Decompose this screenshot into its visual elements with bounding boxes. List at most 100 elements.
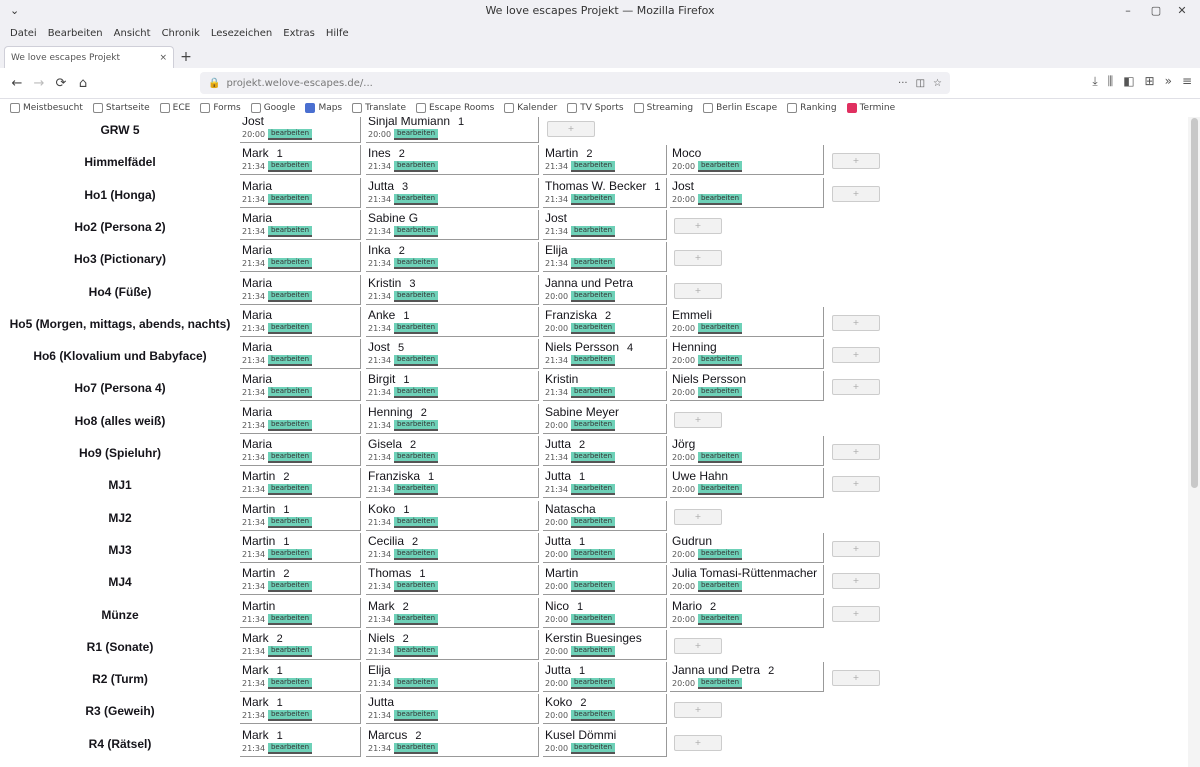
maximize-icon[interactable]: ▢ bbox=[1146, 0, 1166, 22]
edit-button[interactable]: bearbeiten bbox=[268, 387, 312, 399]
bookmark-item[interactable]: Termine bbox=[846, 103, 895, 113]
edit-button[interactable]: bearbeiten bbox=[394, 193, 438, 205]
edit-button[interactable]: bearbeiten bbox=[394, 225, 438, 237]
edit-button[interactable]: bearbeiten bbox=[268, 742, 312, 754]
add-booking-button[interactable]: + bbox=[674, 702, 722, 719]
edit-button[interactable]: bearbeiten bbox=[394, 258, 438, 270]
edit-button[interactable]: bearbeiten bbox=[571, 484, 615, 496]
add-booking-button[interactable]: + bbox=[674, 508, 722, 525]
addon-icon[interactable]: ⊞ bbox=[1145, 74, 1155, 89]
edit-button[interactable]: bearbeiten bbox=[268, 258, 312, 270]
edit-button[interactable]: bearbeiten bbox=[698, 387, 742, 399]
scrollbar-thumb[interactable] bbox=[1191, 118, 1198, 488]
edit-button[interactable]: bearbeiten bbox=[394, 742, 438, 754]
add-booking-button[interactable]: + bbox=[674, 250, 722, 267]
edit-button[interactable]: bearbeiten bbox=[571, 548, 615, 560]
menu-item-2[interactable]: Ansicht bbox=[114, 28, 151, 39]
reload-icon[interactable]: ⟳ bbox=[50, 76, 72, 91]
edit-button[interactable]: bearbeiten bbox=[268, 645, 312, 657]
edit-button[interactable]: bearbeiten bbox=[571, 387, 615, 399]
edit-button[interactable]: bearbeiten bbox=[394, 678, 438, 690]
edit-button[interactable]: bearbeiten bbox=[571, 742, 615, 754]
add-booking-button[interactable]: + bbox=[832, 153, 880, 170]
library-icon[interactable]: ⫼ bbox=[1108, 74, 1114, 89]
edit-button[interactable]: bearbeiten bbox=[268, 161, 312, 173]
edit-button[interactable]: bearbeiten bbox=[571, 645, 615, 657]
add-booking-button[interactable]: + bbox=[832, 540, 880, 557]
add-booking-button[interactable]: + bbox=[674, 282, 722, 299]
bookmark-item[interactable]: ECE bbox=[159, 103, 190, 113]
edit-button[interactable]: bearbeiten bbox=[571, 355, 615, 367]
bookmark-item[interactable]: Kalender bbox=[504, 103, 557, 113]
edit-button[interactable]: bearbeiten bbox=[394, 419, 438, 431]
add-booking-button[interactable]: + bbox=[832, 605, 880, 622]
add-booking-button[interactable]: + bbox=[832, 314, 880, 331]
bookmark-item[interactable]: Berlin Escape bbox=[703, 103, 777, 113]
add-booking-button[interactable]: + bbox=[832, 476, 880, 493]
bookmark-item[interactable]: Ranking bbox=[787, 103, 837, 113]
edit-button[interactable]: bearbeiten bbox=[698, 581, 742, 593]
overflow-icon[interactable]: » bbox=[1165, 74, 1172, 89]
add-booking-button[interactable]: + bbox=[832, 573, 880, 590]
add-booking-button[interactable]: + bbox=[832, 347, 880, 364]
address-bar[interactable]: 🔒 projekt.welove-escapes.de/... ··· ◫ ☆ bbox=[200, 72, 950, 94]
edit-button[interactable]: bearbeiten bbox=[268, 193, 312, 205]
edit-button[interactable]: bearbeiten bbox=[571, 161, 615, 173]
edit-button[interactable]: bearbeiten bbox=[394, 129, 438, 140]
add-booking-button[interactable]: + bbox=[674, 411, 722, 428]
menu-item-1[interactable]: Bearbeiten bbox=[48, 28, 103, 39]
add-booking-button[interactable]: + bbox=[832, 379, 880, 396]
home-icon[interactable]: ⌂ bbox=[72, 76, 94, 91]
window-menu-icon[interactable]: ⌄ bbox=[10, 0, 19, 22]
edit-button[interactable]: bearbeiten bbox=[268, 419, 312, 431]
edit-button[interactable]: bearbeiten bbox=[571, 581, 615, 593]
edit-button[interactable]: bearbeiten bbox=[698, 678, 742, 690]
edit-button[interactable]: bearbeiten bbox=[571, 258, 615, 270]
edit-button[interactable]: bearbeiten bbox=[571, 193, 615, 205]
edit-button[interactable]: bearbeiten bbox=[268, 710, 312, 722]
bookmark-star-icon[interactable]: ☆ bbox=[933, 78, 942, 89]
edit-button[interactable]: bearbeiten bbox=[268, 452, 312, 463]
add-booking-button[interactable]: + bbox=[674, 637, 722, 654]
bookmark-item[interactable]: Maps bbox=[305, 103, 342, 113]
edit-button[interactable]: bearbeiten bbox=[394, 484, 438, 496]
edit-button[interactable]: bearbeiten bbox=[698, 548, 742, 560]
bookmark-item[interactable]: TV Sports bbox=[567, 103, 624, 113]
edit-button[interactable]: bearbeiten bbox=[571, 322, 615, 334]
bookmark-item[interactable]: Meistbesucht bbox=[10, 103, 83, 113]
edit-button[interactable]: bearbeiten bbox=[571, 419, 615, 431]
edit-button[interactable]: bearbeiten bbox=[394, 355, 438, 367]
edit-button[interactable]: bearbeiten bbox=[698, 193, 742, 205]
edit-button[interactable]: bearbeiten bbox=[268, 613, 312, 625]
edit-button[interactable]: bearbeiten bbox=[571, 452, 615, 463]
edit-button[interactable]: bearbeiten bbox=[571, 516, 615, 528]
bookmark-item[interactable]: Streaming bbox=[633, 103, 693, 113]
menu-item-3[interactable]: Chronik bbox=[162, 28, 200, 39]
add-booking-button[interactable]: + bbox=[832, 444, 880, 460]
edit-button[interactable]: bearbeiten bbox=[268, 225, 312, 237]
new-tab-button[interactable]: + bbox=[174, 46, 198, 68]
edit-button[interactable]: bearbeiten bbox=[698, 484, 742, 496]
add-booking-button[interactable]: + bbox=[832, 670, 880, 687]
edit-button[interactable]: bearbeiten bbox=[698, 322, 742, 334]
add-booking-button[interactable]: + bbox=[547, 121, 595, 137]
edit-button[interactable]: bearbeiten bbox=[394, 581, 438, 593]
edit-button[interactable]: bearbeiten bbox=[571, 678, 615, 690]
sidebar-icon[interactable]: ◧ bbox=[1123, 74, 1134, 89]
tab-active[interactable]: We love escapes Projekt × bbox=[4, 46, 174, 68]
hamburger-menu-icon[interactable]: ≡ bbox=[1182, 74, 1192, 89]
add-booking-button[interactable]: + bbox=[674, 734, 722, 751]
edit-button[interactable]: bearbeiten bbox=[394, 290, 438, 302]
bookmark-item[interactable]: Translate bbox=[352, 103, 406, 113]
back-arrow-icon[interactable]: ← bbox=[6, 76, 28, 91]
bookmark-item[interactable]: Google bbox=[250, 103, 295, 113]
minimize-icon[interactable]: – bbox=[1118, 0, 1138, 22]
add-booking-button[interactable]: + bbox=[674, 217, 722, 234]
edit-button[interactable]: bearbeiten bbox=[394, 387, 438, 399]
close-window-icon[interactable]: ✕ bbox=[1172, 0, 1192, 22]
edit-button[interactable]: bearbeiten bbox=[571, 225, 615, 237]
edit-button[interactable]: bearbeiten bbox=[268, 516, 312, 528]
edit-button[interactable]: bearbeiten bbox=[571, 710, 615, 722]
edit-button[interactable]: bearbeiten bbox=[698, 613, 742, 625]
tab-close-icon[interactable]: × bbox=[159, 53, 167, 63]
